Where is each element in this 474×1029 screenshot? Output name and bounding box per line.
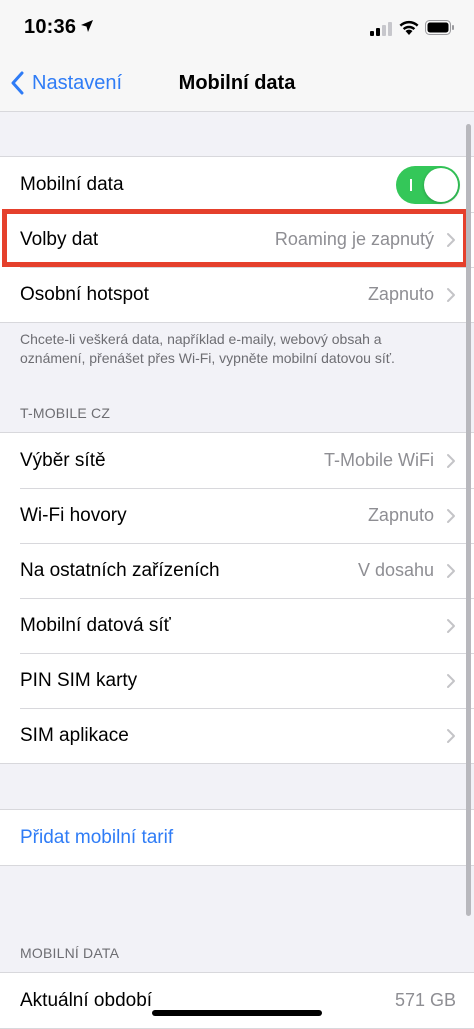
- cellular-footnote: Chcete-li veškerá data, například e-mail…: [20, 331, 395, 366]
- carrier-settings-group: Výběr sítě T-Mobile WiFi Wi-Fi hovory Za…: [0, 432, 474, 764]
- cellular-data-network-row[interactable]: Mobilní datová síť: [0, 598, 474, 653]
- other-devices-row[interactable]: Na ostatních zařízeních V dosahu: [0, 543, 474, 598]
- location-arrow-icon: [81, 20, 93, 32]
- toggle-on-indicator: [410, 178, 412, 191]
- row-label: Aktuální období: [20, 989, 153, 1011]
- row-label: Volby dat: [20, 228, 99, 250]
- chevron-right-icon: [447, 618, 455, 633]
- row-label: Mobilní data: [20, 173, 124, 195]
- row-value: V dosahu: [357, 560, 434, 580]
- usage-group: Aktuální období 571 GB: [0, 972, 474, 1029]
- usage-section-header: MOBILNÍ DATA: [20, 945, 120, 961]
- add-cellular-plan-button[interactable]: Přidat mobilní tarif: [0, 810, 474, 865]
- cellular-data-row: Mobilní data: [0, 157, 474, 212]
- chevron-right-icon: [447, 287, 455, 302]
- chevron-right-icon: [447, 453, 455, 468]
- chevron-right-icon: [447, 728, 455, 743]
- battery-icon: [425, 20, 454, 35]
- cellular-settings-group: Mobilní data Volby dat Roaming je zapnut…: [0, 156, 474, 323]
- carrier-section-header: T-MOBILE CZ: [20, 405, 111, 421]
- add-cellular-plan-label: Přidat mobilní tarif: [20, 826, 174, 848]
- chevron-right-icon: [447, 563, 455, 578]
- chevron-right-icon: [447, 508, 455, 523]
- row-label: Osobní hotspot: [20, 283, 149, 305]
- scrollbar[interactable]: [466, 124, 471, 916]
- data-options-row[interactable]: Volby dat Roaming je zapnutý: [0, 212, 474, 267]
- page-title: Mobilní data: [178, 72, 296, 94]
- status-time: 10:36: [24, 16, 77, 38]
- wifi-calling-row[interactable]: Wi-Fi hovory Zapnuto: [0, 488, 474, 543]
- row-value: Zapnuto: [367, 505, 434, 525]
- personal-hotspot-row[interactable]: Osobní hotspot Zapnuto: [0, 267, 474, 322]
- current-period-row: Aktuální období 571 GB: [0, 973, 474, 1028]
- chevron-right-icon: [447, 232, 455, 247]
- row-label: PIN SIM karty: [20, 669, 138, 691]
- row-value: 571 GB: [394, 990, 456, 1010]
- sim-applications-row[interactable]: SIM aplikace: [0, 708, 474, 763]
- row-value: Zapnuto: [367, 284, 434, 304]
- status-bar: 10:36: [0, 0, 474, 58]
- cellular-signal-icon: [370, 22, 392, 36]
- cellular-data-toggle[interactable]: [396, 165, 460, 204]
- home-indicator[interactable]: [152, 1010, 322, 1016]
- row-label: SIM aplikace: [20, 724, 129, 746]
- row-label: Na ostatních zařízeních: [20, 559, 220, 581]
- network-selection-row[interactable]: Výběr sítě T-Mobile WiFi: [0, 433, 474, 488]
- row-value: T-Mobile WiFi: [323, 450, 434, 470]
- sim-pin-row[interactable]: PIN SIM karty: [0, 653, 474, 708]
- row-label: Mobilní datová síť: [20, 614, 171, 636]
- row-label: Wi-Fi hovory: [20, 504, 127, 526]
- navigation-bar: Nastavení Mobilní data: [0, 58, 474, 112]
- toggle-knob: [424, 167, 458, 202]
- wifi-icon: [399, 20, 419, 35]
- row-value: Roaming je zapnutý: [274, 229, 434, 249]
- row-label: Výběr sítě: [20, 449, 106, 471]
- chevron-right-icon: [447, 673, 455, 688]
- add-plan-group: Přidat mobilní tarif: [0, 809, 474, 866]
